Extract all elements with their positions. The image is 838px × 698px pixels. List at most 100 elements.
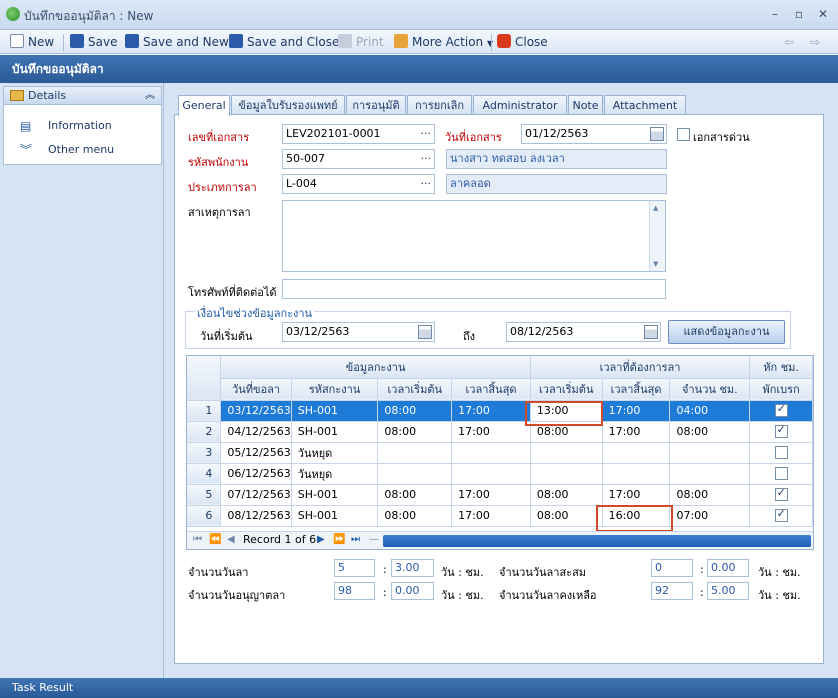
- break-checkbox[interactable]: [774, 486, 788, 502]
- grid-cell[interactable]: 08:00: [530, 484, 603, 506]
- more-action-button[interactable]: More Action ▼: [394, 34, 493, 50]
- back-arrow-icon[interactable]: ⇦: [784, 34, 794, 50]
- grid-cell[interactable]: 17:00: [602, 484, 671, 506]
- emp-code-field[interactable]: 50-007 ···: [282, 149, 435, 169]
- phone-field[interactable]: [282, 279, 666, 299]
- grid-cell[interactable]: 05/12/2563: [220, 442, 292, 464]
- leave-type-field[interactable]: L-004 ···: [282, 174, 435, 194]
- save-button[interactable]: Save: [70, 34, 117, 50]
- break-cell[interactable]: [749, 421, 813, 443]
- grid-cell[interactable]: 06/12/2563: [220, 463, 292, 485]
- next-page-icon[interactable]: ⏩: [333, 534, 345, 545]
- break-checkbox[interactable]: [774, 446, 788, 460]
- grid-cell[interactable]: 03/12/2563: [220, 400, 292, 422]
- grid-cell[interactable]: 08/12/2563: [220, 505, 292, 527]
- calendar-icon[interactable]: [418, 325, 432, 339]
- tab-cancel[interactable]: การยกเลิก: [407, 95, 472, 115]
- grid-cell[interactable]: SH-001: [291, 400, 379, 422]
- minimize-icon[interactable]: –: [766, 6, 784, 22]
- row-number[interactable]: 4: [187, 463, 222, 485]
- grid-cell[interactable]: 17:00: [451, 421, 531, 443]
- col-hours[interactable]: จำนวน ชม.: [669, 378, 751, 401]
- grid-cell[interactable]: 07/12/2563: [220, 484, 292, 506]
- next-record-icon[interactable]: ▶: [317, 534, 325, 545]
- break-cell[interactable]: [749, 463, 813, 485]
- maximize-icon[interactable]: ▫: [790, 6, 808, 22]
- tab-attachment[interactable]: Attachment: [604, 95, 686, 115]
- grid-cell[interactable]: 07:00: [669, 505, 751, 527]
- grid-cell[interactable]: [451, 442, 531, 464]
- grid-cell[interactable]: 17:00: [451, 400, 531, 422]
- row-number[interactable]: 3: [187, 442, 222, 464]
- delete-record-icon[interactable]: —: [369, 534, 379, 545]
- grid-cell[interactable]: SH-001: [291, 484, 379, 506]
- grid-cell[interactable]: 17:00: [602, 400, 671, 422]
- grid-cell[interactable]: 04/12/2563: [220, 421, 292, 443]
- col-shift-end[interactable]: เวลาสิ้นสุด: [451, 378, 531, 401]
- grid-cell[interactable]: 08:00: [377, 400, 453, 422]
- table-row[interactable]: 2 04/12/2563 SH-001 08:00 17:00 08:00 17:00 08:…: [187, 421, 813, 443]
- grid-cell[interactable]: 08:00: [530, 505, 603, 527]
- grid-cell[interactable]: SH-001: [291, 505, 379, 527]
- col-shift-start[interactable]: เวลาเริ่มต้น: [377, 378, 453, 401]
- col-leave-date[interactable]: วันที่ขอลา: [220, 378, 292, 401]
- collapse-icon[interactable]: ︽: [145, 87, 155, 105]
- lookup-icon[interactable]: ···: [421, 175, 432, 193]
- tab-general[interactable]: General: [178, 95, 230, 116]
- reason-textarea[interactable]: ▲ ▼: [282, 200, 666, 272]
- reason-scrollbar[interactable]: ▲ ▼: [649, 201, 665, 271]
- grid-cell[interactable]: [530, 463, 603, 485]
- start-date-field[interactable]: 03/12/2563: [282, 322, 435, 342]
- grid-cell[interactable]: 08:00: [377, 505, 453, 527]
- sidebar-item-other-menu[interactable]: ︾ Other menu: [4, 141, 161, 159]
- table-row[interactable]: 3 05/12/2563 วันหยุด: [187, 442, 813, 464]
- end-date-field[interactable]: 08/12/2563: [506, 322, 661, 342]
- show-shift-button[interactable]: แสดงข้อมูลกะงาน: [668, 320, 785, 344]
- row-number[interactable]: 2: [187, 421, 222, 443]
- tab-medical[interactable]: ข้อมูลใบรับรองแพทย์: [231, 95, 345, 115]
- doc-no-field[interactable]: LEV202101-0001 ···: [282, 124, 435, 144]
- table-row[interactable]: 6 08/12/2563 SH-001 08:00 17:00 08:00 16:00 07:…: [187, 505, 813, 527]
- table-row[interactable]: 5 07/12/2563 SH-001 08:00 17:00 08:00 17:00 08:…: [187, 484, 813, 506]
- grid-cell[interactable]: วันหยุด: [291, 463, 379, 485]
- row-number[interactable]: 1: [187, 400, 222, 422]
- tab-administrator[interactable]: Administrator: [473, 95, 567, 115]
- break-checkbox[interactable]: [774, 467, 788, 481]
- grid-cell[interactable]: [377, 442, 453, 464]
- grid-cell[interactable]: วันหยุด: [291, 442, 379, 464]
- col-shift-code[interactable]: รหัสกะงาน: [291, 378, 379, 401]
- horizontal-scrollbar[interactable]: [383, 535, 811, 547]
- details-header[interactable]: Details ︽: [4, 87, 161, 105]
- row-number[interactable]: 5: [187, 484, 222, 506]
- save-and-close-button[interactable]: Save and Close: [229, 34, 339, 50]
- urgent-checkbox[interactable]: [677, 128, 690, 141]
- break-cell[interactable]: [749, 400, 813, 422]
- grid-cell[interactable]: SH-001: [291, 421, 379, 443]
- grid-cell[interactable]: 08:00: [669, 484, 751, 506]
- close-window-icon[interactable]: ✕: [814, 6, 832, 22]
- save-and-new-button[interactable]: Save and New: [125, 34, 229, 50]
- tab-note[interactable]: Note: [568, 95, 603, 115]
- grid-cell[interactable]: [602, 442, 671, 464]
- grid-cell[interactable]: 08:00: [669, 421, 751, 443]
- col-leave-end[interactable]: เวลาสิ้นสุด: [602, 378, 671, 401]
- grid-cell[interactable]: [530, 442, 603, 464]
- close-button[interactable]: Close: [497, 34, 548, 50]
- break-checkbox[interactable]: [774, 402, 788, 418]
- break-checkbox[interactable]: [774, 423, 788, 439]
- calendar-icon[interactable]: [644, 325, 658, 339]
- break-cell[interactable]: [749, 484, 813, 506]
- row-number[interactable]: 6: [187, 505, 222, 527]
- col-leave-start[interactable]: เวลาเริ่มต้น: [530, 378, 603, 401]
- table-row[interactable]: 1 03/12/2563 SH-001 08:00 17:00 13:00 17:00 04:…: [187, 400, 813, 422]
- lookup-icon[interactable]: ···: [421, 150, 432, 168]
- grid-cell[interactable]: 04:00: [669, 400, 751, 422]
- doc-date-field[interactable]: 01/12/2563: [521, 124, 667, 144]
- prev-page-icon[interactable]: ⏪: [209, 534, 221, 545]
- lookup-icon[interactable]: ···: [421, 125, 432, 143]
- prev-record-icon[interactable]: ◀: [227, 534, 235, 545]
- grid-cell[interactable]: 08:00: [377, 484, 453, 506]
- grid-cell[interactable]: 17:00: [451, 505, 531, 527]
- grid-cell[interactable]: [669, 442, 751, 464]
- calendar-icon[interactable]: [650, 127, 664, 141]
